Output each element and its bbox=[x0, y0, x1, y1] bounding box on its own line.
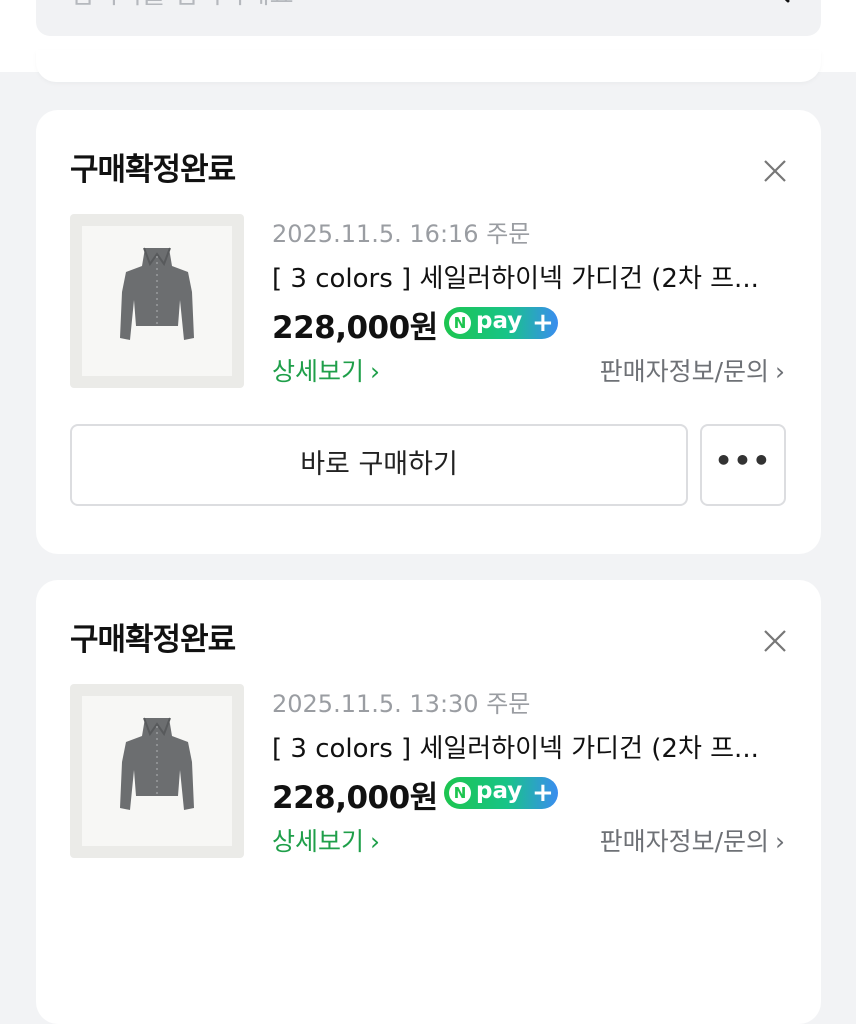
plus-icon: + bbox=[532, 778, 554, 808]
seller-link-label: 판매자정보/문의 bbox=[599, 827, 769, 856]
more-options-button[interactable]: ••• bbox=[700, 424, 786, 506]
npay-logo-icon: N bbox=[449, 312, 471, 334]
product-thumbnail[interactable] bbox=[70, 684, 244, 858]
order-status: 구매확정완료 bbox=[70, 152, 236, 188]
order-status: 구매확정완료 bbox=[70, 622, 236, 658]
chevron-right-icon: › bbox=[370, 827, 381, 856]
buy-again-button[interactable]: 바로 구매하기 bbox=[70, 424, 688, 506]
chevron-right-icon: › bbox=[775, 357, 785, 386]
close-icon[interactable] bbox=[762, 628, 788, 654]
detail-link-label: 상세보기 bbox=[272, 357, 365, 386]
seller-info-link[interactable]: 판매자정보/문의 › bbox=[600, 822, 785, 858]
chevron-right-icon: › bbox=[370, 357, 381, 386]
order-card: 구매확정완료 2025.11.5. 16:16 주문 [ 3 colors ] … bbox=[36, 110, 821, 554]
price: 228,000원 bbox=[272, 310, 438, 346]
order-card: 구매확정완료 2025.11.5. 13:30 주문 [ 3 colors ] … bbox=[36, 580, 821, 1024]
search-input[interactable]: 검색어를 입력하세요 bbox=[36, 0, 821, 36]
cardigan-image bbox=[120, 247, 194, 340]
close-icon[interactable] bbox=[762, 158, 788, 184]
previous-card-bottom bbox=[36, 50, 821, 82]
npay-logo-icon: N bbox=[449, 782, 471, 804]
product-name[interactable]: [ 3 colors ] 세일러하이넥 가디건 (2차 프... bbox=[272, 728, 772, 765]
npay-badge: N pay + bbox=[444, 777, 558, 809]
price: 228,000원 bbox=[272, 780, 438, 816]
seller-link-label: 판매자정보/문의 bbox=[599, 357, 769, 386]
cardigan-image bbox=[120, 717, 194, 810]
detail-link[interactable]: 상세보기 › bbox=[272, 822, 380, 858]
seller-info-link[interactable]: 판매자정보/문의 › bbox=[600, 352, 785, 388]
product-thumbnail[interactable] bbox=[70, 214, 244, 388]
detail-link[interactable]: 상세보기 › bbox=[272, 352, 380, 388]
order-date: 2025.11.5. 16:16 주문 bbox=[272, 220, 531, 248]
plus-icon: + bbox=[532, 308, 554, 338]
chevron-right-icon: › bbox=[775, 827, 785, 856]
npay-label: pay bbox=[476, 778, 523, 804]
detail-link-label: 상세보기 bbox=[272, 827, 365, 856]
npay-badge: N pay + bbox=[444, 307, 558, 339]
search-icon[interactable] bbox=[755, 0, 791, 4]
product-name[interactable]: [ 3 colors ] 세일러하이넥 가디건 (2차 프... bbox=[272, 258, 772, 295]
search-placeholder: 검색어를 입력하세요 bbox=[70, 0, 294, 11]
npay-label: pay bbox=[476, 308, 523, 334]
order-date: 2025.11.5. 13:30 주문 bbox=[272, 690, 531, 718]
